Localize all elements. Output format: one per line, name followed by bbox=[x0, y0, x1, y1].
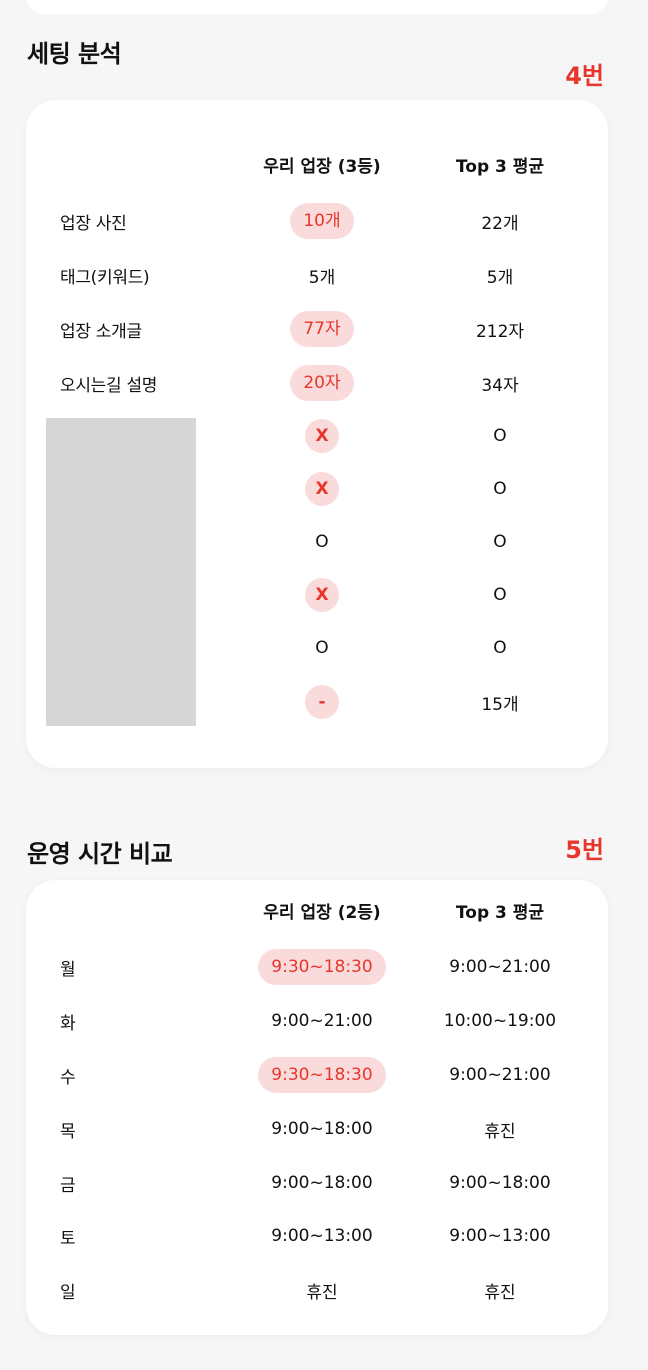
our-hours: 9:00~18:00 bbox=[271, 1119, 373, 1139]
redacted-row-label bbox=[60, 628, 220, 668]
table-row: O O bbox=[26, 628, 608, 668]
redacted-row-label bbox=[60, 575, 220, 615]
our-value: O bbox=[315, 638, 329, 658]
day-label: 목 bbox=[60, 1121, 76, 1142]
hours-section-title: 운영 시간 비교 bbox=[27, 840, 173, 868]
our-value-highlight: - bbox=[305, 685, 339, 719]
header-our-store: 우리 업장 (3등) bbox=[263, 156, 381, 177]
our-value-cell: 10개 bbox=[234, 201, 410, 241]
redacted-row-label bbox=[60, 469, 220, 509]
top3-hours: 9:00~21:00 bbox=[449, 1065, 551, 1085]
our-value-cell: X bbox=[234, 416, 410, 456]
our-value-highlight: 77자 bbox=[290, 311, 354, 347]
top3-value: 34자 bbox=[481, 375, 519, 396]
table-row: 태그(키워드) 5개 5개 bbox=[26, 255, 608, 295]
our-value-cell: 77자 bbox=[234, 309, 410, 349]
our-value-cell: 20자 bbox=[234, 363, 410, 403]
row-label: 오시는길 설명 bbox=[60, 375, 158, 396]
table-row: 일 휴진 휴진 bbox=[26, 1270, 608, 1310]
redacted-row-label bbox=[60, 522, 220, 562]
previous-card-edge bbox=[26, 0, 608, 14]
our-hours-highlight: 9:30~18:30 bbox=[258, 1057, 386, 1093]
header-top3-average: Top 3 평균 bbox=[455, 156, 545, 177]
our-value-highlight: 20자 bbox=[290, 365, 354, 401]
row-label: 업장 소개글 bbox=[60, 321, 142, 342]
table-row: 업장 사진 10개 22개 bbox=[26, 201, 608, 241]
our-hours: 휴진 bbox=[306, 1282, 338, 1303]
table-row: 월 9:30~18:30 9:00~21:00 bbox=[26, 947, 608, 987]
top3-hours: 9:00~21:00 bbox=[449, 957, 551, 977]
our-hours: 9:00~13:00 bbox=[271, 1226, 373, 1246]
redacted-labels-block bbox=[46, 418, 196, 726]
redacted-row-label bbox=[60, 416, 220, 456]
top3-value: O bbox=[493, 426, 507, 446]
setting-analysis-card: 우리 업장 (3등) Top 3 평균 업장 사진 10개 22개 태그(키워드… bbox=[26, 100, 608, 768]
top3-value: O bbox=[493, 532, 507, 552]
day-label: 화 bbox=[60, 1013, 76, 1034]
top3-value: 15개 bbox=[481, 694, 519, 715]
table-row: - 15개 bbox=[26, 682, 608, 722]
redacted-row-label bbox=[60, 682, 220, 722]
top3-value: O bbox=[493, 638, 507, 658]
our-value: 5개 bbox=[308, 267, 336, 288]
top3-value: O bbox=[493, 479, 507, 499]
top3-hours: 휴진 bbox=[484, 1282, 516, 1303]
table-row: 금 9:00~18:00 9:00~18:00 bbox=[26, 1163, 608, 1203]
table-row: 토 9:00~13:00 9:00~13:00 bbox=[26, 1216, 608, 1256]
top3-value: O bbox=[493, 585, 507, 605]
our-value-cell: X bbox=[234, 575, 410, 615]
setting-header-row: 우리 업장 (3등) Top 3 평균 bbox=[26, 144, 608, 184]
top3-hours: 휴진 bbox=[484, 1121, 516, 1142]
hours-comparison-card: 우리 업장 (2등) Top 3 평균 월 9:30~18:30 9:00~21… bbox=[26, 880, 608, 1335]
our-value-highlight: X bbox=[305, 578, 339, 612]
our-hours-cell: 9:30~18:30 bbox=[234, 1055, 410, 1095]
our-hours: 9:00~21:00 bbox=[271, 1011, 373, 1031]
our-value-cell: X bbox=[234, 469, 410, 509]
table-row: 화 9:00~21:00 10:00~19:00 bbox=[26, 1001, 608, 1041]
header-our-store: 우리 업장 (2등) bbox=[263, 902, 381, 923]
our-hours-cell: 9:30~18:30 bbox=[234, 947, 410, 987]
header-top3-average: Top 3 평균 bbox=[455, 902, 545, 923]
our-value-highlight: 10개 bbox=[290, 203, 354, 239]
row-label: 태그(키워드) bbox=[60, 267, 150, 288]
top3-value: 212자 bbox=[475, 321, 525, 342]
top3-hours: 9:00~18:00 bbox=[449, 1173, 551, 1193]
our-value-highlight: X bbox=[305, 472, 339, 506]
our-value: O bbox=[315, 532, 329, 552]
table-row: 업장 소개글 77자 212자 bbox=[26, 309, 608, 349]
day-label: 토 bbox=[60, 1228, 76, 1249]
day-label: 월 bbox=[60, 959, 76, 980]
our-hours: 9:00~18:00 bbox=[271, 1173, 373, 1193]
hours-section-number: 5번 bbox=[565, 836, 604, 864]
top3-hours: 10:00~19:00 bbox=[443, 1011, 557, 1031]
our-hours-highlight: 9:30~18:30 bbox=[258, 949, 386, 985]
setting-section-title: 세팅 분석 bbox=[27, 40, 122, 68]
table-row: O O bbox=[26, 522, 608, 562]
our-value-cell: - bbox=[234, 682, 410, 722]
table-row: 오시는길 설명 20자 34자 bbox=[26, 363, 608, 403]
table-row: 목 9:00~18:00 휴진 bbox=[26, 1109, 608, 1149]
day-label: 금 bbox=[60, 1175, 76, 1196]
row-label: 업장 사진 bbox=[60, 213, 127, 234]
table-row: X O bbox=[26, 575, 608, 615]
hours-header-row: 우리 업장 (2등) Top 3 평균 bbox=[26, 890, 608, 930]
day-label: 수 bbox=[60, 1067, 76, 1088]
table-row: 수 9:30~18:30 9:00~21:00 bbox=[26, 1055, 608, 1095]
top3-hours: 9:00~13:00 bbox=[449, 1226, 551, 1246]
our-value-highlight: X bbox=[305, 419, 339, 453]
top3-value: 5개 bbox=[486, 267, 514, 288]
table-row: X O bbox=[26, 416, 608, 456]
setting-section-number: 4번 bbox=[565, 62, 604, 90]
top3-value: 22개 bbox=[481, 213, 519, 234]
day-label: 일 bbox=[60, 1282, 76, 1303]
table-row: X O bbox=[26, 469, 608, 509]
